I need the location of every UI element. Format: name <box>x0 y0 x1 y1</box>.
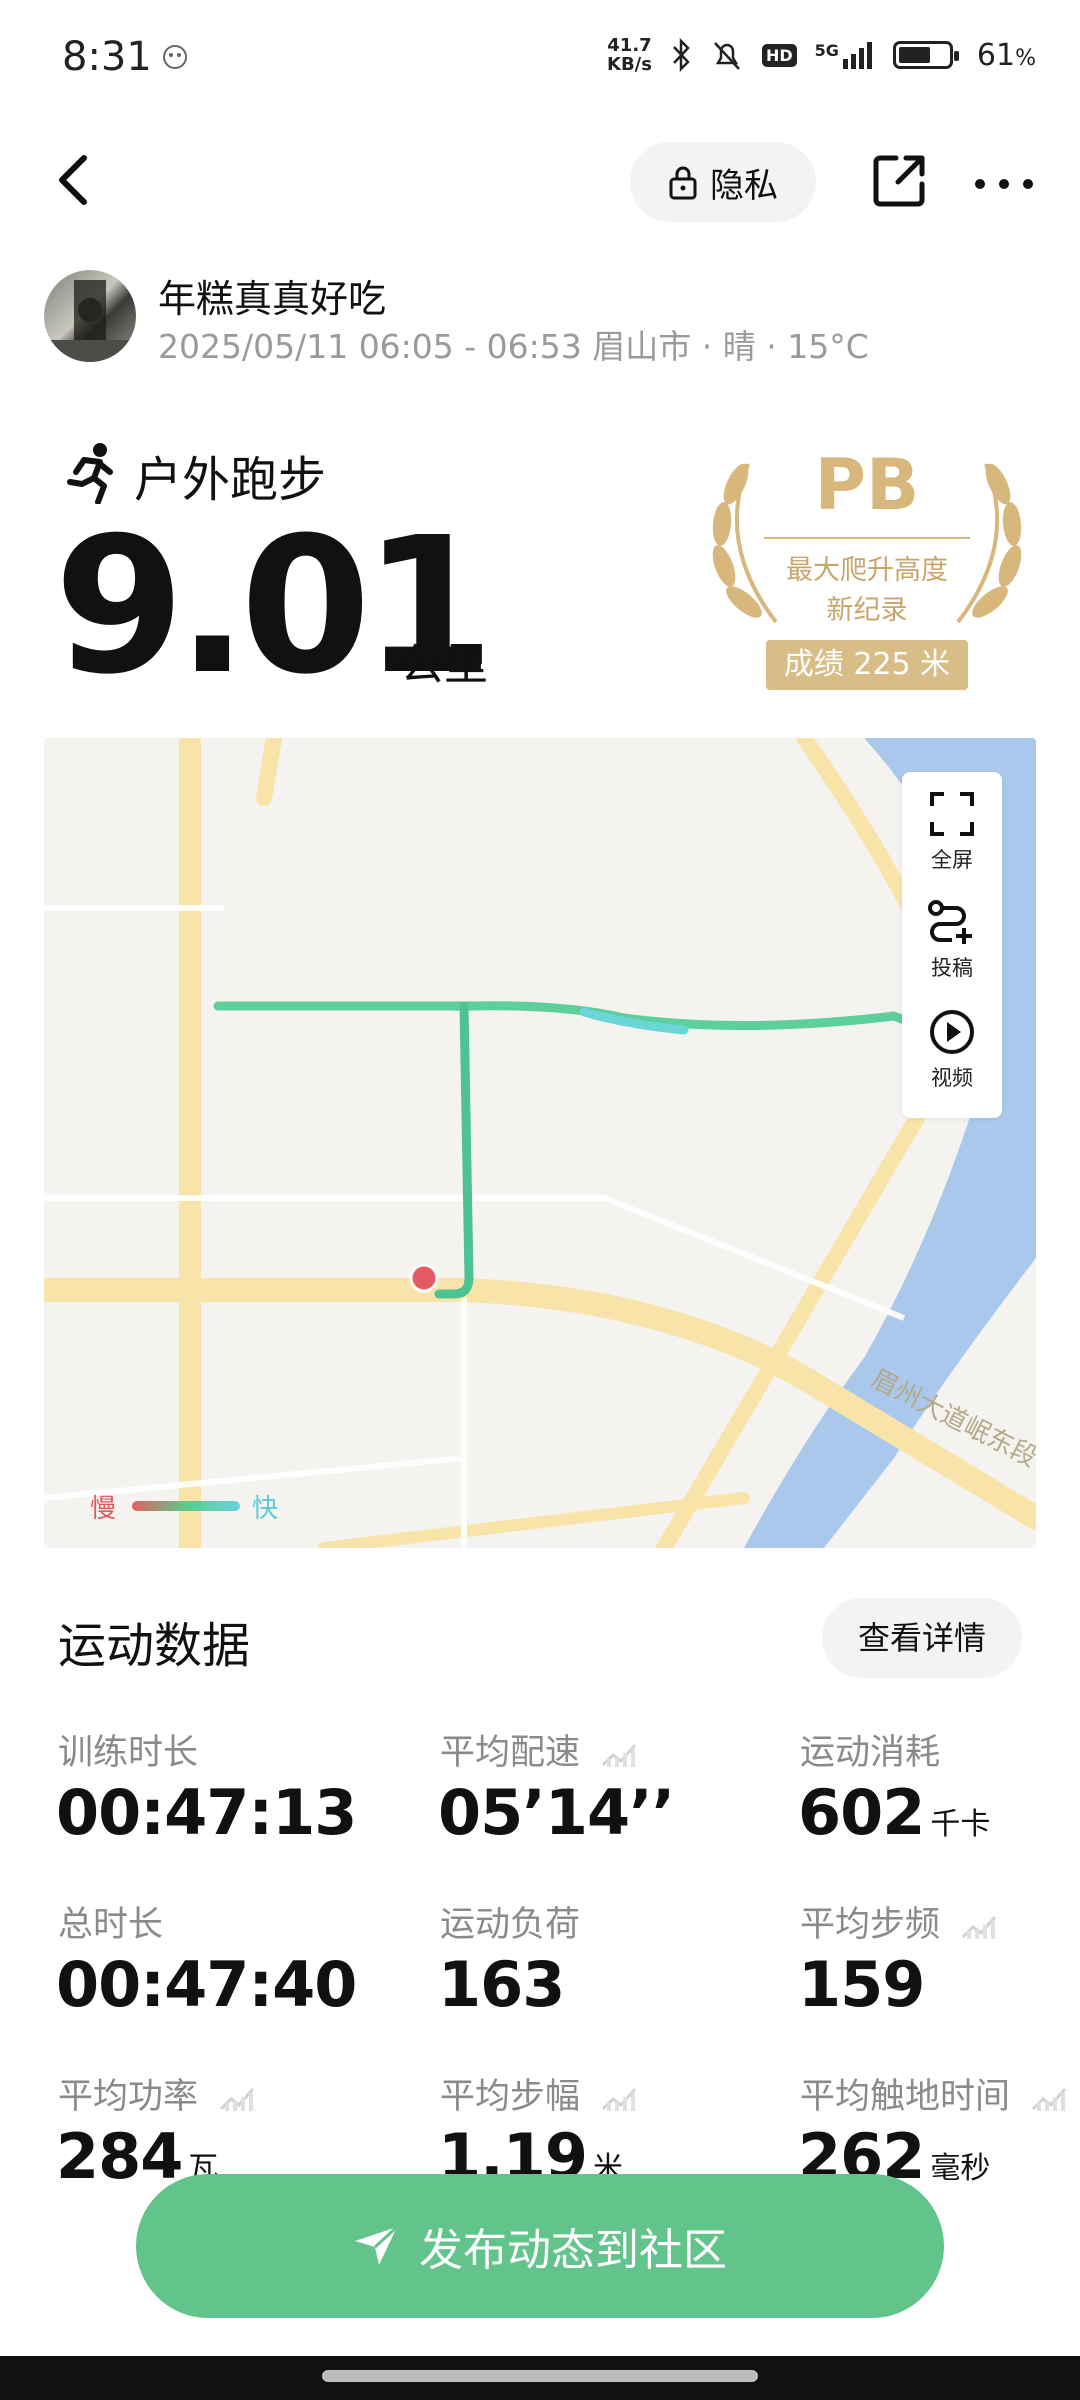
submit-route-button[interactable]: 投稿 <box>902 898 1002 982</box>
metric-value: 163 <box>438 1948 565 2021</box>
metric-value: 159 <box>798 1948 925 2021</box>
lock-icon <box>669 166 697 200</box>
distance-unit: 公里 <box>400 639 488 690</box>
route-map[interactable]: 眉州大道岷东段 全屏 投稿 视频 慢 快 <box>44 738 1036 1548</box>
mute-bell-icon <box>714 42 740 70</box>
metric-label-with-trend[interactable]: 平均功率 <box>58 2068 255 2119</box>
battery-level: 61% <box>977 38 1036 73</box>
bluetooth-icon <box>673 38 690 72</box>
trend-chart-icon <box>602 2088 637 2111</box>
metric-label: 总时长 <box>58 1905 164 1945</box>
fullscreen-button[interactable]: 全屏 <box>902 790 1002 874</box>
metric-label: 平均步频 <box>800 1905 941 1945</box>
metric-value: 05’14’’ <box>438 1776 675 1849</box>
pace-legend-bar <box>132 1501 240 1511</box>
pb-result: 成绩 225 米 <box>766 640 968 690</box>
metric-label-with-trend[interactable]: 平均步频 <box>800 1896 997 1947</box>
trend-chart-icon <box>220 2088 255 2111</box>
fullscreen-label: 全屏 <box>931 848 973 872</box>
privacy-button[interactable]: 隐私 <box>630 142 816 222</box>
metric-label: 平均功率 <box>58 2077 199 2117</box>
metric-value: 00:47:40 <box>56 1948 357 2021</box>
metric-label: 训练时长 <box>58 1733 199 1773</box>
network-speed-unit: KB/s <box>607 54 652 75</box>
play-icon <box>930 1010 974 1054</box>
battery-icon <box>892 41 959 69</box>
status-time: 8:31 <box>62 34 152 80</box>
fullscreen-icon <box>930 792 974 836</box>
network-speed: 41.7 KB/s <box>607 36 652 74</box>
send-icon <box>355 2225 399 2265</box>
pb-record-type: 最大爬升高度 <box>786 555 948 586</box>
metric-value: 284 <box>56 2120 183 2193</box>
home-gesture-handle[interactable] <box>322 2370 758 2382</box>
view-details-button[interactable]: 查看详情 <box>822 1598 1022 1678</box>
publish-label: 发布动态到社区 <box>419 2225 727 2276</box>
user-name[interactable]: 年糕真真好吃 <box>158 268 386 323</box>
metric-label: 平均触地时间 <box>800 2077 1011 2117</box>
avatar-image <box>44 280 136 362</box>
route-add-icon <box>928 900 972 944</box>
signal-type: 5G <box>814 41 839 60</box>
start-point-marker <box>409 1263 439 1293</box>
back-button[interactable] <box>50 150 100 210</box>
video-label: 视频 <box>931 1066 973 1090</box>
more-options-button[interactable] <box>972 158 1036 202</box>
map-canvas <box>44 738 1036 1548</box>
pb-title: PB <box>814 444 920 526</box>
network-speed-value: 41.7 <box>607 35 652 56</box>
trend-chart-icon <box>1032 2088 1067 2111</box>
metric-value-group: 602 千卡 <box>798 1776 990 1849</box>
metric-label-with-trend[interactable]: 平均步幅 <box>440 2068 637 2119</box>
metric-label: 平均步幅 <box>440 2077 581 2117</box>
status-bar: 8:31 41.7 KB/s HD 5G 61% <box>0 0 1080 120</box>
metric-label: 运动消耗 <box>800 1733 941 1773</box>
share-button[interactable] <box>872 152 928 208</box>
pb-badge[interactable]: PB 最大爬升高度 新纪录 成绩 225 米 <box>696 444 1038 694</box>
video-button[interactable]: 视频 <box>902 1008 1002 1092</box>
metric-value: 00:47:13 <box>56 1776 357 1849</box>
user-avatar[interactable] <box>44 270 136 362</box>
publish-to-community-button[interactable]: 发布动态到社区 <box>136 2174 944 2318</box>
privacy-label: 隐私 <box>710 165 778 206</box>
running-icon <box>67 443 113 504</box>
trend-chart-icon <box>602 1744 637 1767</box>
pb-record-label: 新纪录 <box>826 595 908 626</box>
legend-slow-label: 慢 <box>90 1494 117 1524</box>
metric-label-with-trend[interactable]: 平均触地时间 <box>800 2068 1067 2119</box>
map-tools-panel: 全屏 投稿 视频 <box>902 772 1002 1118</box>
submit-label: 投稿 <box>931 956 973 980</box>
hd-badge: HD <box>761 43 797 67</box>
battery-unit: % <box>1015 45 1036 71</box>
battery-value: 61 <box>976 37 1016 73</box>
signal-indicator: 5G <box>815 41 875 69</box>
notification-app-icon <box>163 45 187 69</box>
metric-label: 平均配速 <box>440 1733 581 1773</box>
workout-meta: 2025/05/11 06:05 - 06:53 眉山市 · 晴 · 15°C <box>158 327 869 366</box>
section-title: 运动数据 <box>58 1618 251 1674</box>
legend-fast-label: 快 <box>252 1494 279 1524</box>
metric-value: 602 <box>798 1776 925 1849</box>
metric-label: 运动负荷 <box>440 1905 581 1945</box>
signal-bars-icon <box>842 42 872 69</box>
status-indicators: 41.7 KB/s HD 5G 61% <box>607 36 1036 74</box>
metric-unit: 毫秒 <box>930 2151 991 2186</box>
metric-label-with-trend[interactable]: 平均配速 <box>440 1724 637 1775</box>
metric-unit: 千卡 <box>930 1807 991 1842</box>
trend-chart-icon <box>962 1916 997 1939</box>
